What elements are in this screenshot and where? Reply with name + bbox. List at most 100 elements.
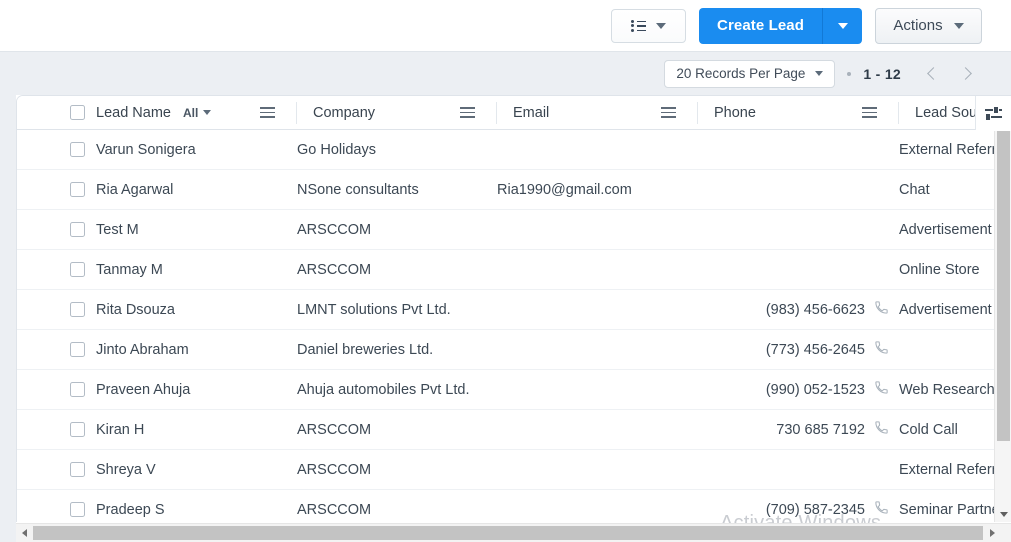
view-mode-button[interactable] <box>611 8 687 43</box>
cell-company: ARSCCOM <box>297 501 372 518</box>
chevron-down-icon <box>656 22 667 29</box>
select-all-cell <box>17 96 96 130</box>
vertical-scrollbar[interactable] <box>994 131 1011 522</box>
cell-email <box>497 370 698 410</box>
row-checkbox[interactable] <box>70 382 85 397</box>
table-row[interactable]: Pradeep S ARSCCOM (709) 587-2345 Seminar Pa… <box>17 490 1011 522</box>
phone-number: 730 685 7192 <box>776 421 865 438</box>
column-header-label: Company <box>313 104 376 121</box>
table-body: Varun Sonigera Go Holidays External Referr… <box>17 130 1011 522</box>
select-all-checkbox[interactable] <box>70 105 85 120</box>
create-lead-button[interactable]: Create Lead <box>699 7 822 44</box>
cell-lead-name[interactable]: Pradeep S <box>96 490 297 523</box>
create-lead-dropdown-button[interactable] <box>822 7 862 44</box>
call-icon[interactable] <box>874 420 889 439</box>
cell-lead-name[interactable]: Rita Dsouza <box>96 290 297 330</box>
column-header-company[interactable]: Company <box>297 96 497 130</box>
next-page-button[interactable] <box>951 60 979 88</box>
column-settings-button[interactable] <box>975 96 1011 130</box>
row-checkbox[interactable] <box>70 462 85 477</box>
table-row[interactable]: Tanmay M ARSCCOM Online Store <box>17 250 1011 290</box>
row-checkbox[interactable] <box>70 342 85 357</box>
list-view-icon <box>631 19 647 32</box>
table-row[interactable]: Praveen Ahuja Ahuja automobiles Pvt Ltd. (… <box>17 370 1011 410</box>
previous-page-button[interactable] <box>919 60 947 88</box>
left-rail <box>0 95 16 542</box>
call-icon[interactable] <box>874 500 889 519</box>
cell-company: LMNT solutions Pvt Ltd. <box>297 301 451 318</box>
cell-lead-name[interactable]: Tanmay M <box>96 250 297 290</box>
table-row[interactable]: Rita Dsouza LMNT solutions Pvt Ltd. (983) … <box>17 290 1011 330</box>
table-row[interactable]: Kiran H ARSCCOM 730 685 7192 Cold Call <box>17 410 1011 450</box>
column-header-lead-name[interactable]: Lead Name All <box>96 96 297 130</box>
row-checkbox[interactable] <box>70 182 85 197</box>
page-navigation <box>919 60 979 88</box>
cell-lead-name[interactable]: Jinto Abraham <box>96 330 297 370</box>
row-checkbox-cell <box>17 450 96 490</box>
table-row[interactable]: Jinto Abraham Daniel breweries Ltd. (773) … <box>17 330 1011 370</box>
row-checkbox-cell <box>17 330 96 370</box>
row-checkbox[interactable] <box>70 422 85 437</box>
table-row[interactable]: Varun Sonigera Go Holidays External Referr <box>17 130 1011 170</box>
cell-company: ARSCCOM <box>297 421 372 438</box>
row-checkbox[interactable] <box>70 302 85 317</box>
cell-lead-name[interactable]: Varun Sonigera <box>96 130 297 170</box>
table-row[interactable]: Test M ARSCCOM Advertisement <box>17 210 1011 250</box>
cell-phone: (983) 456-6623 <box>698 290 899 330</box>
horizontal-scrollbar-thumb[interactable] <box>33 526 983 540</box>
column-header-label: Phone <box>714 104 756 121</box>
horizontal-scrollbar[interactable] <box>16 523 1011 542</box>
cell-lead-name[interactable]: Ria Agarwal <box>96 170 297 210</box>
records-per-page-select[interactable]: 20 Records Per Page <box>664 59 836 88</box>
sliders-settings-icon <box>985 106 1002 120</box>
company-column-menu-icon[interactable] <box>460 107 475 118</box>
row-checkbox-cell <box>17 170 96 210</box>
table-row[interactable]: Ria Agarwal NSone consultants Ria1990@gmai… <box>17 170 1011 210</box>
cell-email <box>497 490 698 523</box>
chevron-down-icon <box>815 71 824 76</box>
row-checkbox[interactable] <box>70 502 85 517</box>
cell-company: ARSCCOM <box>297 461 372 478</box>
cell-phone <box>698 450 899 490</box>
column-header-email[interactable]: Email <box>497 96 698 130</box>
vertical-scrollbar-thumb[interactable] <box>997 131 1010 441</box>
row-checkbox-cell <box>17 250 96 290</box>
chevron-down-icon <box>837 22 848 29</box>
lead-name-filter-dropdown[interactable]: All <box>183 106 212 120</box>
cell-company: ARSCCOM <box>297 221 372 238</box>
scroll-right-arrow-icon[interactable] <box>984 524 1001 542</box>
table-header-row: Lead Name All Company Email Phone Lead S… <box>17 96 1011 130</box>
row-checkbox[interactable] <box>70 142 85 157</box>
scroll-left-arrow-icon[interactable] <box>16 524 33 542</box>
cell-lead-name[interactable]: Kiran H <box>96 410 297 450</box>
column-header-phone[interactable]: Phone <box>698 96 899 130</box>
pagination-bar: 20 Records Per Page 1 - 12 <box>0 51 1011 95</box>
leads-table-panel: Lead Name All Company Email Phone Lead S… <box>16 95 1011 522</box>
row-checkbox-cell <box>17 370 96 410</box>
top-toolbar: Create Lead Actions <box>0 0 1011 51</box>
actions-button[interactable]: Actions <box>875 7 982 44</box>
row-checkbox[interactable] <box>70 222 85 237</box>
call-icon[interactable] <box>874 380 889 399</box>
row-checkbox[interactable] <box>70 262 85 277</box>
scroll-down-arrow-icon[interactable] <box>995 506 1011 522</box>
row-checkbox-cell <box>17 210 96 250</box>
table-row[interactable]: Shreya V ARSCCOM External Referr <box>17 450 1011 490</box>
cell-company: Ahuja automobiles Pvt Ltd. <box>297 381 470 398</box>
cell-email: Ria1990@gmail.com <box>497 181 632 198</box>
cell-company: Daniel breweries Ltd. <box>297 341 434 358</box>
cell-lead-name[interactable]: Praveen Ahuja <box>96 370 297 410</box>
phone-number: (709) 587-2345 <box>765 501 865 518</box>
column-header-label: Lead Name <box>96 104 171 121</box>
email-column-menu-icon[interactable] <box>661 107 676 118</box>
cell-phone <box>698 210 899 250</box>
cell-phone <box>698 250 899 290</box>
cell-lead-name[interactable]: Test M <box>96 210 297 250</box>
call-icon[interactable] <box>874 300 889 319</box>
row-checkbox-cell <box>17 410 96 450</box>
phone-column-menu-icon[interactable] <box>862 107 877 118</box>
cell-lead-name[interactable]: Shreya V <box>96 450 297 490</box>
cell-email <box>497 130 698 170</box>
lead-name-column-menu-icon[interactable] <box>260 107 275 118</box>
call-icon[interactable] <box>874 340 889 359</box>
